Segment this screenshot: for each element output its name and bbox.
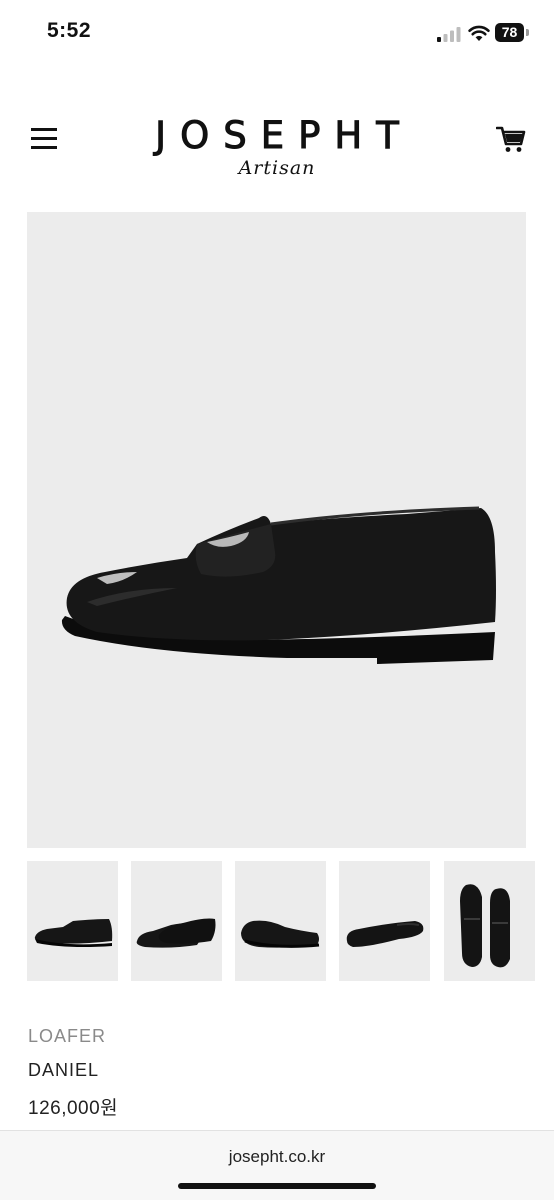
thumbnail-three-quarter-view[interactable] bbox=[131, 861, 222, 981]
status-time: 5:52 bbox=[47, 19, 92, 42]
battery-body: 78 bbox=[495, 23, 524, 42]
shopping-cart-icon[interactable] bbox=[496, 124, 526, 154]
brand-logo[interactable]: JOSEPHT Artisan bbox=[127, 114, 427, 186]
cellular-signal-icon bbox=[437, 27, 461, 42]
thumbnail-sole-view[interactable] bbox=[339, 861, 430, 981]
site-header: JOSEPHT Artisan bbox=[0, 108, 554, 188]
thumbnail-side-view[interactable] bbox=[27, 861, 118, 981]
brand-name: JOSEPHT bbox=[155, 114, 413, 158]
browser-address-bar: josepht.co.kr bbox=[0, 1130, 554, 1200]
thumbnail-strip bbox=[27, 861, 535, 981]
thumbnail-top-view[interactable] bbox=[444, 861, 535, 981]
product-name: DANIEL bbox=[28, 1060, 100, 1080]
main-product-image[interactable] bbox=[27, 212, 526, 848]
status-bar: 5:52 78 bbox=[0, 0, 554, 68]
loafer-side-view-image bbox=[61, 506, 496, 664]
home-indicator bbox=[178, 1183, 376, 1189]
screen: 5:52 78 JOSEPHT Artisan LOAFER DANIEL 12… bbox=[0, 0, 554, 1200]
url-text[interactable]: josepht.co.kr bbox=[0, 1147, 554, 1167]
thumbnail-pair-side-view[interactable] bbox=[235, 861, 326, 981]
product-category: LOAFER bbox=[28, 1026, 107, 1046]
battery-level: 78 bbox=[501, 24, 518, 40]
battery-icon: 78 bbox=[495, 23, 530, 42]
battery-tip bbox=[526, 29, 529, 36]
wifi-icon bbox=[468, 25, 490, 41]
product-price: 126,000원 bbox=[28, 1098, 119, 1119]
hamburger-menu-icon[interactable] bbox=[31, 126, 59, 150]
brand-subtitle: Artisan bbox=[238, 157, 316, 179]
